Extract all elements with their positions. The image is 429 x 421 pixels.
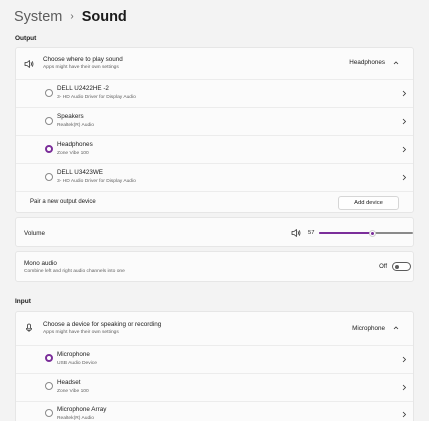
mono-audio-card: Mono audio Combine left and right audio …	[15, 251, 414, 282]
device-description: Realtek(R) Audio	[57, 416, 94, 421]
device-radio[interactable]	[45, 89, 53, 97]
pair-output-label: Pair a new output device	[30, 199, 96, 205]
volume-card: Volume 57	[15, 217, 414, 247]
breadcrumb-system-link[interactable]: System	[14, 9, 62, 25]
mono-audio-title: Mono audio	[24, 260, 57, 267]
microphone-icon	[26, 323, 32, 332]
input-device-row[interactable]: Microphone USB Audio Device	[16, 346, 413, 373]
device-description: Realtek(R) Audio	[57, 123, 94, 128]
mono-audio-toggle[interactable]	[392, 262, 411, 271]
input-selected-device: Microphone	[352, 325, 385, 332]
device-name: Microphone	[57, 351, 90, 358]
device-name: Headset	[57, 379, 81, 386]
output-devices-card: Choose where to play sound Apps might ha…	[15, 47, 414, 213]
device-radio[interactable]	[45, 382, 53, 390]
device-description: 3- HD Audio Driver for Display Audio	[57, 179, 136, 184]
chevron-right-icon[interactable]	[401, 174, 407, 181]
chevron-right-icon[interactable]	[401, 356, 407, 363]
device-description: Zone Vibe 100	[57, 389, 89, 394]
volume-slider-thumb[interactable]	[369, 229, 377, 237]
output-selected-device: Headphones	[349, 59, 385, 66]
output-chooser-title: Choose where to play sound	[43, 56, 123, 63]
chevron-right-icon[interactable]	[401, 146, 407, 153]
device-description: 3- HD Audio Driver for Display Audio	[57, 95, 136, 100]
device-radio[interactable]	[45, 117, 53, 125]
output-device-row[interactable]: DELL U3423WE 3- HD Audio Driver for Disp…	[16, 164, 413, 191]
output-device-chooser-header[interactable]: Choose where to play sound Apps might ha…	[16, 48, 413, 79]
volume-value: 57	[308, 230, 315, 236]
output-device-row[interactable]: Headphones Zone Vibe 100	[16, 136, 413, 163]
input-section-label: Input	[15, 298, 31, 305]
mono-audio-state: Off	[379, 264, 387, 270]
device-radio-selected[interactable]	[45, 354, 53, 362]
volume-label: Volume	[24, 230, 46, 237]
device-description: Zone Vibe 100	[57, 151, 89, 156]
input-chooser-subtitle: Apps might have their own settings	[43, 330, 119, 335]
input-device-chooser-header[interactable]: Choose a device for speaking or recordin…	[16, 312, 413, 345]
device-name: DELL U2422HE -2	[57, 85, 109, 92]
output-device-row[interactable]: DELL U2422HE -2 3- HD Audio Driver for D…	[16, 80, 413, 107]
device-name: Speakers	[57, 113, 84, 120]
add-device-button[interactable]: Add device	[338, 196, 399, 210]
input-devices-card: Choose a device for speaking or recordin…	[15, 311, 414, 421]
speaker-icon[interactable]	[291, 228, 301, 238]
chevron-up-icon[interactable]	[393, 325, 399, 331]
chevron-up-icon[interactable]	[393, 60, 399, 66]
chevron-right-icon[interactable]	[401, 411, 407, 418]
device-name: Headphones	[57, 141, 93, 148]
chevron-right-icon[interactable]	[401, 90, 407, 97]
chevron-right-icon[interactable]	[401, 118, 407, 125]
volume-slider-fill	[319, 232, 373, 234]
output-device-row[interactable]: Speakers Realtek(R) Audio	[16, 108, 413, 135]
device-radio[interactable]	[45, 409, 53, 417]
input-chooser-title: Choose a device for speaking or recordin…	[43, 321, 162, 328]
device-name: DELL U3423WE	[57, 169, 103, 176]
mono-audio-subtitle: Combine left and right audio channels in…	[24, 269, 125, 274]
toggle-knob	[395, 264, 399, 269]
device-name: Microphone Array	[57, 406, 107, 413]
sound-settings-page: System › Sound Output Choose where to pl…	[0, 0, 429, 421]
output-section-label: Output	[15, 35, 37, 42]
device-description: USB Audio Device	[57, 361, 97, 366]
input-device-row[interactable]: Headset Zone Vibe 100	[16, 374, 413, 401]
breadcrumb-separator: ›	[70, 10, 74, 22]
input-device-row[interactable]: Microphone Array Realtek(R) Audio	[16, 402, 413, 421]
chevron-right-icon[interactable]	[401, 384, 407, 391]
output-chooser-subtitle: Apps might have their own settings	[43, 65, 119, 70]
breadcrumb: System › Sound	[14, 7, 127, 27]
speaker-icon	[24, 60, 34, 68]
pair-output-device-row: Pair a new output device Add device	[16, 192, 413, 214]
volume-slider[interactable]	[319, 229, 413, 237]
page-title: Sound	[81, 9, 127, 25]
device-radio[interactable]	[45, 173, 53, 181]
device-radio-selected[interactable]	[45, 145, 53, 153]
